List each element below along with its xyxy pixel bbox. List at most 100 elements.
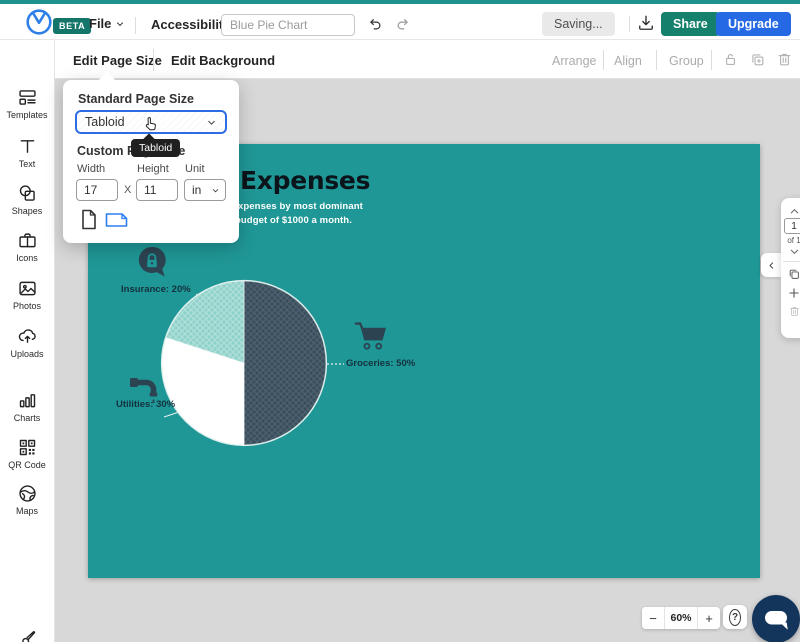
sidebar-item-maps[interactable]: Maps (0, 483, 54, 516)
landscape-page-icon (105, 212, 128, 228)
shapes-icon (17, 183, 38, 204)
pie-label-insurance[interactable]: Insurance: 20% (121, 284, 191, 295)
align-button[interactable]: Align (614, 54, 642, 68)
topbar-divider (629, 16, 630, 32)
globe-icon (17, 483, 38, 504)
chevron-down-icon (206, 117, 217, 128)
pie-slices[interactable] (162, 281, 326, 445)
page-navigation-panel: of 1 (781, 198, 800, 338)
sidebar-item-shapes[interactable]: Shapes (0, 183, 54, 216)
page-size-panel: Standard Page Size Tabloid Custom Page S… (63, 80, 239, 243)
sidebar-label: Icons (0, 253, 54, 263)
qr-code-icon (17, 437, 38, 458)
delete-page-button[interactable] (781, 305, 800, 321)
zoom-level: 60% (665, 607, 697, 629)
redo-button[interactable] (394, 15, 412, 36)
sidebar-item-styles[interactable]: Styles (0, 628, 54, 642)
collapse-panel-tab[interactable] (761, 253, 781, 277)
edit-background-button[interactable]: Edit Background (171, 53, 275, 68)
chat-button[interactable] (752, 595, 800, 642)
pie-chart[interactable] (152, 271, 336, 455)
lock-speech-bubble-icon[interactable] (134, 244, 170, 285)
group-button[interactable]: Group (669, 54, 704, 68)
photo-icon (17, 278, 38, 299)
toolbar-divider (656, 50, 657, 70)
briefcase-icon (17, 230, 38, 251)
toolbar-divider (603, 50, 604, 70)
left-sidebar: Templates Text Shapes Icons Photos Uploa… (0, 40, 55, 642)
download-button[interactable] (636, 13, 656, 36)
upgrade-button[interactable]: Upgrade (716, 12, 791, 36)
sidebar-label: QR Code (0, 460, 54, 470)
zoom-in-button[interactable]: + (697, 607, 720, 629)
bar-chart-icon (17, 390, 38, 411)
toolbar-divider (711, 50, 712, 70)
sidebar-item-templates[interactable]: Templates (0, 87, 54, 120)
standard-page-size-value: Tabloid (85, 115, 125, 129)
tooltip-text: Tabloid (139, 142, 172, 154)
sidebar-label: Photos (0, 301, 54, 311)
zoom-out-button[interactable]: − (642, 607, 665, 629)
share-button[interactable]: Share (661, 12, 720, 36)
chevron-up-icon (789, 206, 800, 217)
arrange-button[interactable]: Arrange (552, 54, 596, 68)
shopping-cart-icon[interactable] (354, 320, 388, 357)
templates-icon (17, 87, 38, 108)
app-logo (25, 8, 53, 41)
context-toolbar: Edit Page Size Edit Background Arrange A… (55, 40, 800, 79)
sidebar-item-charts[interactable]: Charts (0, 390, 54, 423)
page-number-input[interactable] (784, 218, 800, 234)
portrait-orientation-button[interactable] (81, 209, 97, 233)
paintbrush-icon (17, 628, 38, 642)
sidebar-item-icons[interactable]: Icons (0, 230, 54, 263)
undo-button[interactable] (366, 15, 384, 36)
pie-slice-pattern (244, 281, 326, 445)
toolbar-divider (153, 49, 154, 71)
file-menu[interactable]: File (89, 16, 125, 31)
zoom-controls: − 60% + (642, 607, 720, 629)
accessibility-button[interactable]: Accessibility (151, 17, 231, 32)
sidebar-label: Maps (0, 506, 54, 516)
sidebar-item-uploads[interactable]: Uploads (0, 326, 54, 359)
duplicate-icon (749, 51, 766, 68)
landscape-orientation-button[interactable] (105, 212, 128, 231)
chat-bubble-icon (752, 595, 800, 642)
sidebar-item-photos[interactable]: Photos (0, 278, 54, 311)
sidebar-label: Text (0, 159, 54, 169)
unit-select[interactable]: in (184, 179, 226, 201)
top-bar: BETA File Accessibility Saving... Share … (0, 4, 800, 40)
panel-divider (783, 261, 800, 262)
trash-icon (776, 51, 793, 68)
sidebar-label: Charts (0, 413, 54, 423)
file-menu-label: File (89, 16, 111, 31)
chevron-down-icon (211, 186, 220, 195)
trash-icon (788, 305, 800, 318)
pie-label-groceries[interactable]: Groceries: 50% (346, 358, 415, 369)
times-label: X (124, 184, 131, 196)
sidebar-label: Uploads (0, 349, 54, 359)
pie-label-utilities[interactable]: Utilities: 30% (116, 399, 175, 410)
document-title-input[interactable] (221, 14, 355, 36)
delete-button[interactable] (776, 51, 793, 71)
chevron-left-icon (767, 261, 776, 270)
help-button[interactable]: ? (723, 605, 747, 629)
next-page-button[interactable] (781, 245, 800, 260)
add-page-button[interactable] (781, 286, 800, 303)
duplicate-button[interactable] (749, 51, 766, 71)
app-window: BETA File Accessibility Saving... Share … (0, 0, 800, 642)
chevron-down-icon (789, 246, 800, 257)
lock-icon (722, 51, 739, 68)
edit-page-size-button[interactable]: Edit Page Size (73, 53, 162, 68)
height-input[interactable] (136, 179, 178, 201)
download-icon (636, 13, 656, 33)
sidebar-item-qr-code[interactable]: QR Code (0, 437, 54, 470)
question-mark-icon: ? (729, 609, 741, 626)
duplicate-page-button[interactable] (781, 267, 800, 284)
width-input[interactable] (76, 179, 118, 201)
lock-button[interactable] (722, 51, 739, 71)
sidebar-item-text[interactable]: Text (0, 136, 54, 169)
topbar-divider (135, 17, 136, 34)
unit-label: Unit (185, 163, 205, 175)
text-icon (17, 136, 38, 157)
standard-page-size-label: Standard Page Size (78, 92, 194, 106)
